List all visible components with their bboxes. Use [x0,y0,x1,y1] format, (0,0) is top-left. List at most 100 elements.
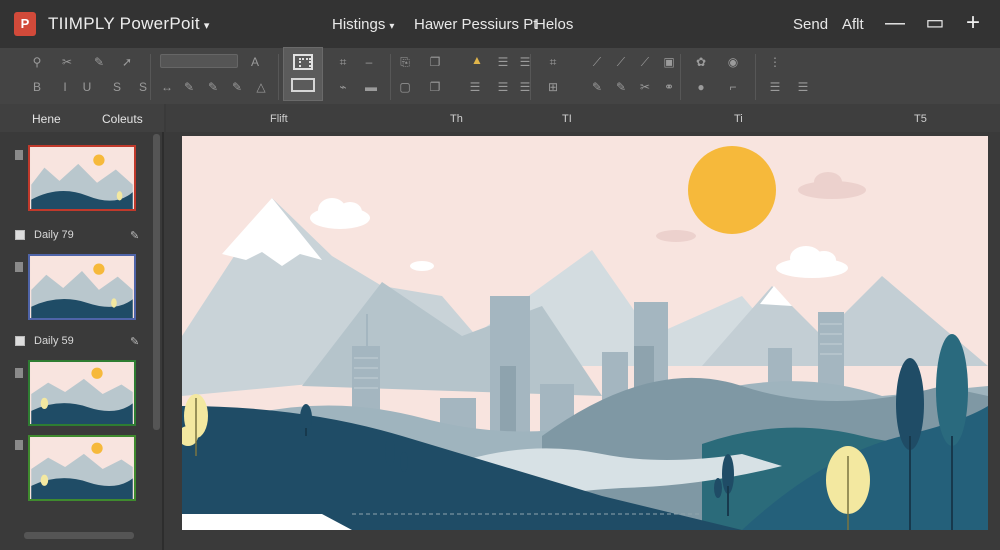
minus-icon[interactable]: ▬ [364,80,378,94]
underline-icon[interactable]: U [80,80,94,94]
thumbnail-landscape [31,256,133,318]
pen-icon[interactable]: ✎ [92,55,106,69]
layout-grid-icon [293,54,313,70]
slide-label: Daily 59 [34,335,74,347]
bold-icon[interactable]: B [30,80,44,94]
grid-icon[interactable]: ⌗ [546,55,560,69]
minus-icon[interactable]: – [362,55,376,69]
chevron-down-icon: ▾ [203,20,210,32]
app-title-menu[interactable]: TIIMPLY PowerPoit ▾ [48,14,210,34]
menu-histings-label: Histings [332,16,386,33]
slide-marker-icon [15,150,23,160]
slide-marker-icon [15,262,23,272]
font-name-field[interactable] [160,54,238,68]
shapes-icon[interactable]: ✿ [694,55,708,69]
mark-icon[interactable]: ⌐ [726,80,740,94]
slide-thumbnail-4[interactable] [28,435,136,501]
eye-icon[interactable]: ◉ [726,55,740,69]
align-icon[interactable]: ☰ [768,80,782,94]
brush-icon[interactable]: ⟋ [614,55,628,69]
minimize-icon[interactable]: — [884,12,906,34]
align-icon[interactable]: ☰ [468,80,482,94]
pen-icon[interactable]: ✎ [206,80,220,94]
slide-marker-icon [15,440,23,450]
slide-canvas[interactable] [182,136,988,530]
horizontal-scrollbar[interactable] [24,532,134,539]
sun-shape [688,146,776,234]
chevron-down-icon: ▾ [389,21,395,32]
vertical-scrollbar[interactable] [153,134,160,430]
slide-checkbox[interactable] [15,230,25,240]
title-bar: P TIIMPLY PowerPoit ▾ Histings ▾ Hawer Pes… [0,0,1000,48]
ruler-tick: TI [562,113,572,125]
pencil-icon[interactable]: ✎ [590,80,604,94]
tab-home[interactable]: Hene [32,112,61,126]
slide-thumbnail-1[interactable] [28,145,136,211]
add-icon[interactable]: + [962,11,984,35]
text-style-icon[interactable]: A [248,55,262,69]
triangle-icon[interactable]: △ [254,80,268,94]
paste-icon[interactable]: ⎘ [398,55,412,69]
italic-icon[interactable]: I [58,80,72,94]
chart-icon[interactable]: ⌁ [336,80,350,94]
scissors-icon[interactable]: ✂ [638,80,652,94]
ruler: Flift Th TI Ti T5 [166,104,1000,132]
slide-checkbox[interactable] [15,336,25,346]
align-icon[interactable]: ☰ [496,55,510,69]
arrow-icon[interactable]: ➚ [120,55,134,69]
pencil-icon[interactable]: ✎ [130,336,142,348]
powerpoint-logo-icon: P [14,12,36,36]
copy-icon[interactable]: ❐ [428,55,442,69]
spacing-icon[interactable]: ↔ [160,80,174,94]
align-icon[interactable]: ☰ [796,80,810,94]
more-icon[interactable]: ⋮ [768,55,782,69]
slide-thumbnail-3[interactable] [28,360,136,426]
ruler-label: Flift [270,113,288,125]
link-icon[interactable]: ⚭ [662,80,676,94]
copy-icon[interactable]: ❐ [428,80,442,94]
highlight-icon[interactable]: ▲ [470,53,484,67]
thumbnail-landscape [31,362,133,424]
slide-marker-icon [15,368,23,378]
list-icon[interactable]: ☰ [518,80,532,94]
frame-icon[interactable]: ▢ [398,80,412,94]
ruler-tick: Th [450,113,463,125]
panel-tabs: Hene Coleuts [0,104,164,132]
shadow-icon[interactable]: S [110,80,124,94]
send-button[interactable]: Send [793,16,828,33]
tab-colours[interactable]: Coleuts [102,112,143,126]
menu-histings[interactable]: Histings ▾ [332,16,394,33]
ribbon-divider [150,54,151,100]
record-icon[interactable]: ● [694,80,708,94]
ribbon-divider [278,54,279,100]
aflt-button[interactable]: Aflt [842,16,864,33]
cut-icon[interactable]: ✂ [60,55,74,69]
brush-icon[interactable]: ⟋ [590,55,604,69]
layout-table-icon [291,78,315,92]
list-icon[interactable]: ☰ [496,80,510,94]
landscape-illustration [182,136,988,530]
layout-button-active[interactable] [283,47,323,101]
ruler-tick: Ti [734,113,743,125]
picture-icon[interactable]: ▣ [662,55,676,69]
chart-icon[interactable]: ⌗ [336,55,350,69]
ribbon-divider [755,54,756,100]
brush-icon[interactable]: ⟋ [638,55,652,69]
restore-icon[interactable]: ▭ [924,12,946,34]
list-icon[interactable]: ☰ [518,55,532,69]
ruler-tick: T5 [914,113,927,125]
thumbnail-landscape [31,147,133,209]
table-icon[interactable]: ⊞ [546,80,560,94]
pen-icon[interactable]: ✎ [182,80,196,94]
menu-hawer-pessiurs[interactable]: Hawer Pessiurs Pt [414,16,537,33]
pencil-icon[interactable]: ✎ [130,230,142,242]
thumbnail-landscape [31,437,133,499]
strikethrough-icon[interactable]: S [136,80,150,94]
ribbon-divider [680,54,681,100]
slide-label: Daily 79 [34,229,74,241]
font-size-icon[interactable]: ⚲ [30,55,44,69]
pen-icon[interactable]: ✎ [230,80,244,94]
pencil-icon[interactable]: ✎ [614,80,628,94]
menu-helos[interactable]: Helos [535,16,573,33]
slide-thumbnail-2[interactable] [28,254,136,320]
